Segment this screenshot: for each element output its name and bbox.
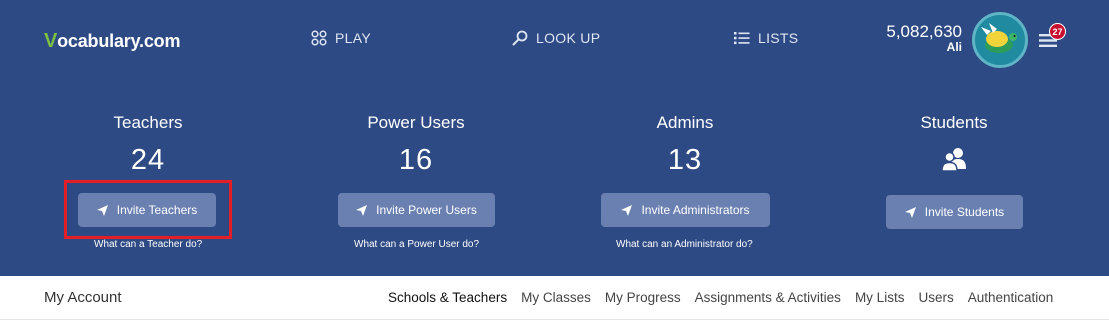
- invite-power-users-label: Invite Power Users: [376, 203, 477, 217]
- nav-lists[interactable]: LISTS: [734, 30, 798, 46]
- tab-assignments-activities[interactable]: Assignments & Activities: [695, 290, 841, 305]
- invite-administrators-label: Invite Administrators: [641, 203, 750, 217]
- admins-count: 13: [667, 144, 703, 176]
- points-value: 5,082,630: [886, 22, 962, 41]
- power-users-stat: Power Users 16: [331, 113, 501, 177]
- power-user-info-link[interactable]: What can a Power User do?: [354, 239, 479, 250]
- invite-students-button[interactable]: Invite Students: [886, 195, 1023, 229]
- avatar[interactable]: [972, 12, 1028, 68]
- tab-my-classes[interactable]: My Classes: [521, 290, 591, 305]
- nav-lookup-label: LOOK UP: [536, 30, 601, 46]
- nav-lists-label: LISTS: [758, 30, 799, 46]
- invite-students-label: Invite Students: [924, 205, 1005, 219]
- invite-teachers-label: Invite Teachers: [116, 203, 198, 217]
- teachers-stat: Teachers 24: [63, 113, 233, 177]
- account-nav: My Account Schools & Teachers My Classes…: [0, 276, 1109, 320]
- administrator-info-link[interactable]: What can an Administrator do?: [616, 239, 753, 250]
- username: Ali: [946, 40, 962, 54]
- logo-check: V: [44, 30, 58, 52]
- teacher-info-link[interactable]: What can a Teacher do?: [94, 239, 202, 250]
- turtle-icon: [981, 23, 1017, 53]
- logo-text: ocabulary.com: [57, 31, 181, 51]
- tab-schools-teachers[interactable]: Schools & Teachers: [388, 290, 507, 305]
- header-panel: Vocabulary.com PLAY LOOK UP LISTS 5,082,…: [0, 0, 1109, 276]
- admins-title: Admins: [656, 113, 714, 132]
- teachers-title: Teachers: [113, 113, 183, 132]
- tab-my-progress[interactable]: My Progress: [605, 290, 681, 305]
- admins-stat: Admins 13: [600, 113, 770, 177]
- search-icon: [512, 30, 528, 46]
- list-icon: [734, 32, 750, 45]
- students-title: Students: [920, 113, 988, 132]
- tab-authentication[interactable]: Authentication: [968, 290, 1054, 305]
- students-stat: Students: [869, 113, 1039, 171]
- invite-administrators-button[interactable]: Invite Administrators: [601, 193, 770, 227]
- nav-play[interactable]: PLAY: [311, 30, 371, 46]
- points-display: 5,082,630 Ali: [880, 22, 962, 54]
- power-users-title: Power Users: [367, 113, 465, 132]
- send-icon: [356, 204, 368, 216]
- send-icon: [621, 204, 633, 216]
- tab-my-lists[interactable]: My Lists: [855, 290, 905, 305]
- send-icon: [904, 206, 916, 218]
- notification-badge[interactable]: 27: [1049, 23, 1066, 40]
- users-icon: [941, 148, 966, 171]
- teachers-count: 24: [130, 144, 166, 176]
- logo[interactable]: Vocabulary.com: [44, 30, 180, 53]
- tab-users[interactable]: Users: [918, 290, 953, 305]
- invite-teachers-button[interactable]: Invite Teachers: [78, 193, 216, 227]
- send-icon: [96, 204, 108, 216]
- nav-lookup[interactable]: LOOK UP: [512, 30, 600, 46]
- play-icon: [311, 30, 327, 46]
- nav-play-label: PLAY: [335, 30, 371, 46]
- account-tabs: Schools & Teachers My Classes My Progres…: [388, 290, 1053, 305]
- power-users-count: 16: [398, 144, 434, 176]
- invite-power-users-button[interactable]: Invite Power Users: [338, 193, 495, 227]
- account-title: My Account: [44, 289, 122, 306]
